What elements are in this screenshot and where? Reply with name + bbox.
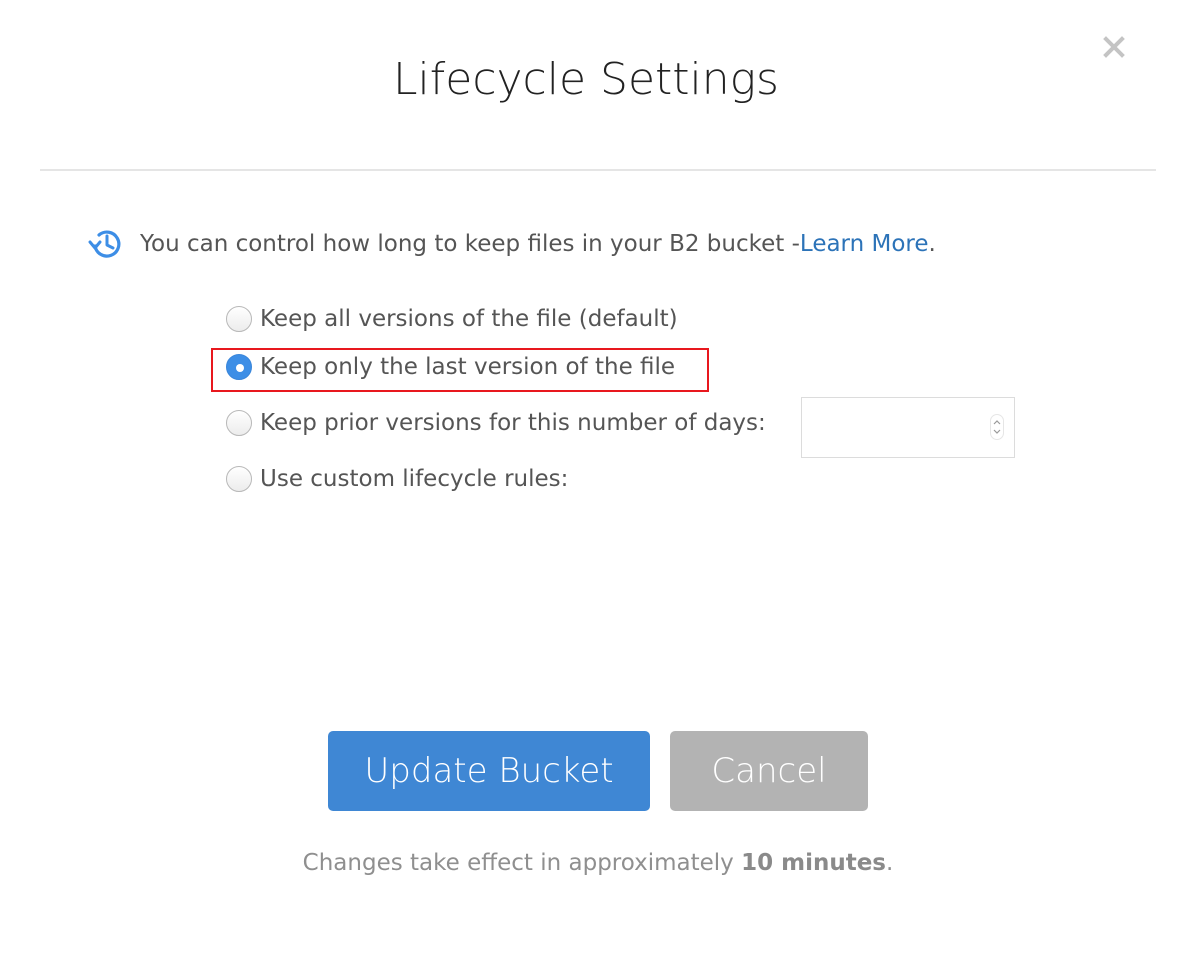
radio-keep-all[interactable] [226, 306, 252, 332]
footnote-duration: 10 minutes [741, 850, 886, 876]
footnote: Changes take effect in approximately 10 … [0, 850, 1196, 876]
number-spinner[interactable] [990, 414, 1004, 440]
dialog-title: Lifecycle Settings [393, 54, 779, 105]
intro-suffix: . [928, 231, 936, 257]
option-keep-days[interactable]: Keep prior versions for this number of d… [226, 410, 766, 436]
update-bucket-button[interactable]: Update Bucket [328, 731, 650, 811]
option-keep-all[interactable]: Keep all versions of the file (default) [226, 306, 678, 332]
days-number-input[interactable] [801, 397, 1015, 458]
option-label: Use custom lifecycle rules: [260, 466, 569, 492]
title-divider [40, 169, 1156, 171]
intro-text: You can control how long to keep files i… [140, 231, 800, 257]
learn-more-link[interactable]: Learn More [800, 231, 929, 257]
intro-line: You can control how long to keep files i… [86, 222, 936, 266]
footnote-text: Changes take effect in approximately [302, 850, 742, 876]
option-label: Keep prior versions for this number of d… [260, 410, 766, 436]
option-custom-rules[interactable]: Use custom lifecycle rules: [226, 466, 568, 492]
history-clock-icon [88, 230, 121, 258]
option-label: Keep all versions of the file (default) [260, 306, 678, 332]
cancel-button[interactable]: Cancel [670, 731, 868, 811]
footnote-suffix: . [886, 850, 894, 876]
spinner-arrows-icon [993, 420, 1001, 434]
radio-custom-rules[interactable] [226, 466, 252, 492]
radio-keep-days[interactable] [226, 410, 252, 436]
selection-highlight-box [211, 348, 709, 392]
